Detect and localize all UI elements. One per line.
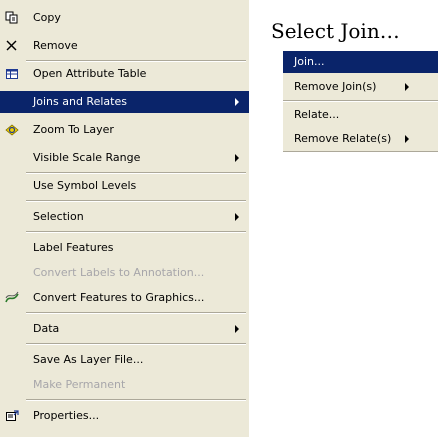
menu-item-use-symbol-levels[interactable]: Use Symbol Levels [0,175,249,197]
menu-item-convert-labels-to-annotation: Convert Labels to Annotation... [0,262,249,284]
remove-x-icon [5,39,19,53]
menu-item-open-attribute-table[interactable]: Open Attribute Table [0,63,249,85]
menu-item-label: Properties... [33,409,100,422]
menu-item-label: Remove [33,39,78,52]
menu-item-label: Copy [33,11,61,24]
menu-separator [26,172,246,174]
menu-item-label: Join... [294,55,325,68]
menu-item-label: Selection [33,210,84,223]
menu-item-copy[interactable]: Copy [0,7,249,29]
submenu-arrow-icon [405,83,409,91]
zoom-to-layer-icon [5,123,19,137]
menu-item-label: Remove Relate(s) [294,132,392,145]
joins-relates-submenu: Join... Remove Join(s) Relate... Remove … [283,51,438,153]
menu-separator [283,151,438,153]
menu-separator [283,100,438,102]
submenu-item-remove-relates[interactable]: Remove Relate(s) [283,128,438,150]
menu-item-label: Relate... [294,108,340,121]
menu-item-label: Save As Layer File... [33,353,144,366]
submenu-arrow-icon [235,325,239,333]
submenu-arrow-icon [405,135,409,143]
menu-item-label: Data [33,322,60,335]
menu-item-joins-and-relates[interactable]: Joins and Relates [0,91,249,113]
menu-item-label-features[interactable]: Label Features [0,237,249,259]
menu-item-visible-scale-range[interactable]: Visible Scale Range [0,147,249,169]
submenu-item-remove-joins[interactable]: Remove Join(s) [283,76,438,98]
convert-graphics-icon [5,291,19,305]
menu-item-save-as-layer-file[interactable]: Save As Layer File... [0,349,249,371]
menu-item-selection[interactable]: Selection [0,206,249,228]
menu-item-label: Use Symbol Levels [33,179,137,192]
menu-separator [26,60,246,62]
properties-icon [5,409,19,423]
menu-item-label: Open Attribute Table [33,67,147,80]
menu-item-label: Make Permanent [33,378,126,391]
menu-item-properties[interactable]: Properties... [0,405,249,427]
menu-item-data[interactable]: Data [0,318,249,340]
menu-item-remove[interactable]: Remove [0,35,249,57]
submenu-arrow-icon [235,213,239,221]
menu-item-label: Zoom To Layer [33,123,114,136]
menu-separator [26,399,246,401]
menu-item-label: Convert Features to Graphics... [33,291,205,304]
layer-context-menu: Copy Remove Open Attribute Table Joins a… [0,0,249,437]
menu-item-label: Visible Scale Range [33,151,141,164]
menu-item-make-permanent: Make Permanent [0,374,249,396]
menu-item-label: Convert Labels to Annotation... [33,266,205,279]
menu-item-label: Label Features [33,241,114,254]
menu-item-label: Remove Join(s) [294,80,377,93]
submenu-title: Select Join… [271,19,400,43]
menu-separator [26,343,246,345]
table-icon [5,67,19,81]
submenu-arrow-icon [235,154,239,162]
submenu-item-relate[interactable]: Relate... [283,104,438,126]
submenu-item-join[interactable]: Join... [283,51,438,73]
menu-item-label: Joins and Relates [33,95,127,108]
copy-icon [5,11,19,25]
menu-item-convert-features-to-graphics[interactable]: Convert Features to Graphics... [0,287,249,309]
submenu-arrow-icon [235,98,239,106]
menu-separator [26,231,246,233]
menu-separator [26,200,246,202]
menu-separator [26,312,246,314]
menu-item-zoom-to-layer[interactable]: Zoom To Layer [0,119,249,141]
